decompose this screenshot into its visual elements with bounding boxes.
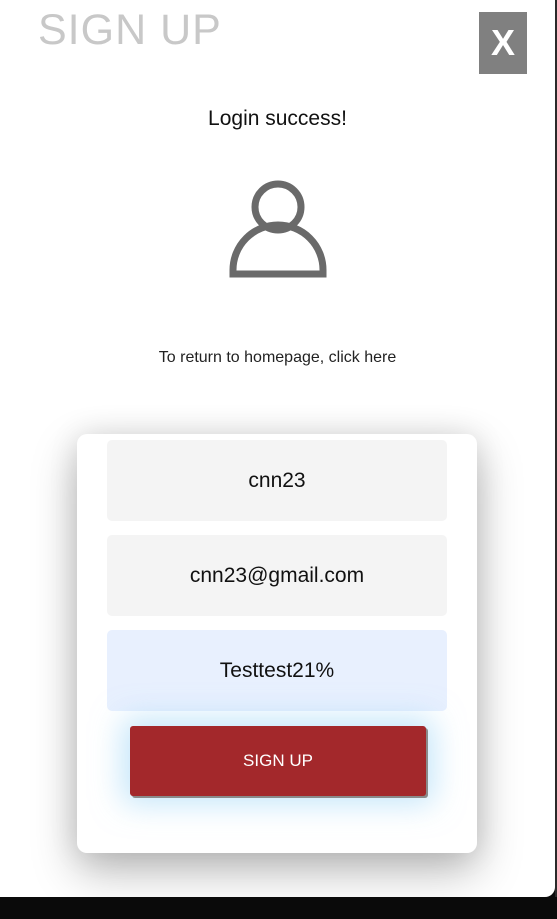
close-button[interactable]: X	[479, 12, 527, 74]
signup-form: SIGN UP	[77, 434, 477, 853]
return-homepage-link[interactable]: To return to homepage, click here	[0, 349, 555, 367]
user-icon	[229, 180, 327, 278]
username-input[interactable]	[107, 440, 447, 521]
password-input[interactable]	[107, 630, 447, 711]
sign-up-button[interactable]: SIGN UP	[130, 726, 426, 796]
email-input[interactable]	[107, 535, 447, 616]
signup-modal: SIGN UP X Login success! To return to ho…	[0, 0, 555, 897]
login-success-message: Login success!	[208, 107, 347, 130]
modal-title: SIGN UP	[38, 6, 222, 54]
